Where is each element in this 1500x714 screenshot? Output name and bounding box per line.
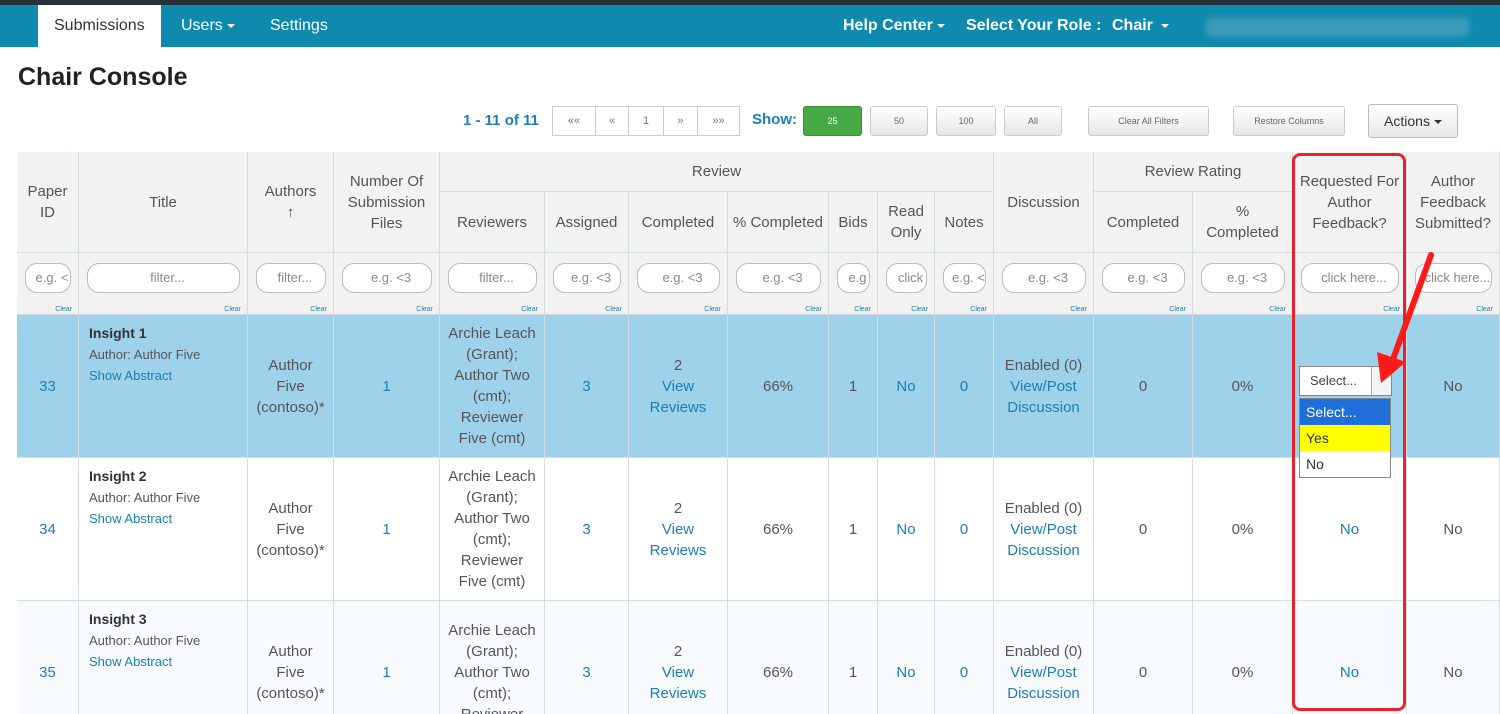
red-arrow-icon — [1377, 252, 1434, 383]
